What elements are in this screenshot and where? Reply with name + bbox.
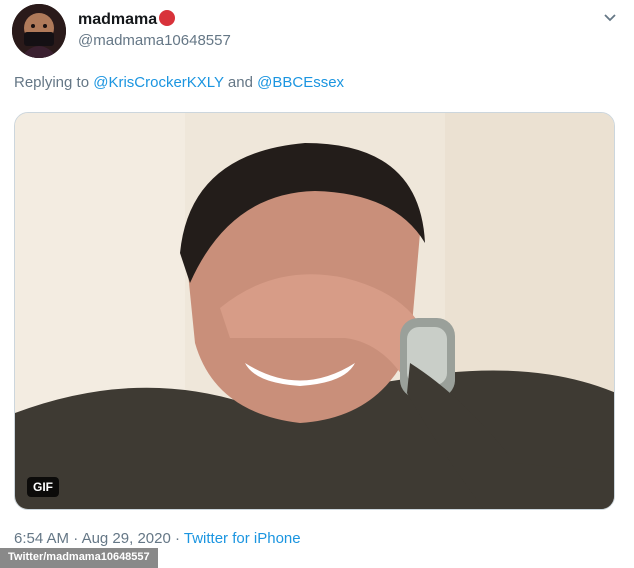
avatar[interactable] xyxy=(12,4,66,58)
gif-badge: GIF xyxy=(27,477,59,497)
angry-face-icon xyxy=(159,10,176,26)
meta-separator-2: · xyxy=(170,530,184,547)
replying-to-prefix: Replying to xyxy=(14,74,94,91)
tweet-date[interactable]: Aug 29, 2020 xyxy=(82,530,171,547)
chevron-down-icon xyxy=(604,14,616,22)
mention-link-1[interactable]: @KrisCrockerKXLY xyxy=(93,74,224,91)
meta-separator-1: · xyxy=(69,530,82,547)
image-credit: Twitter/madmama10648557 xyxy=(0,548,158,568)
replying-to: Replying to @KrisCrockerKXLY and @BBCEss… xyxy=(14,74,344,91)
tweet-time[interactable]: 6:54 AM xyxy=(14,530,69,547)
replying-to-conjunction: and xyxy=(223,74,258,91)
tweet-card: madmama @madmama10648557 Replying to @Kr… xyxy=(0,0,634,568)
user-handle[interactable]: @madmama10648557 xyxy=(78,32,231,49)
gif-preview-image xyxy=(15,113,614,509)
gif-media[interactable]: GIF xyxy=(14,112,615,510)
avatar-image xyxy=(12,4,66,58)
display-name-text: madmama xyxy=(78,11,158,28)
tweet-source-link[interactable]: Twitter for iPhone xyxy=(184,530,301,547)
mention-link-2[interactable]: @BBCEssex xyxy=(257,74,344,91)
tweet-metadata: 6:54 AM · Aug 29, 2020 · Twitter for iPh… xyxy=(14,530,301,547)
display-name[interactable]: madmama xyxy=(78,10,176,29)
more-options-button[interactable] xyxy=(600,8,620,28)
